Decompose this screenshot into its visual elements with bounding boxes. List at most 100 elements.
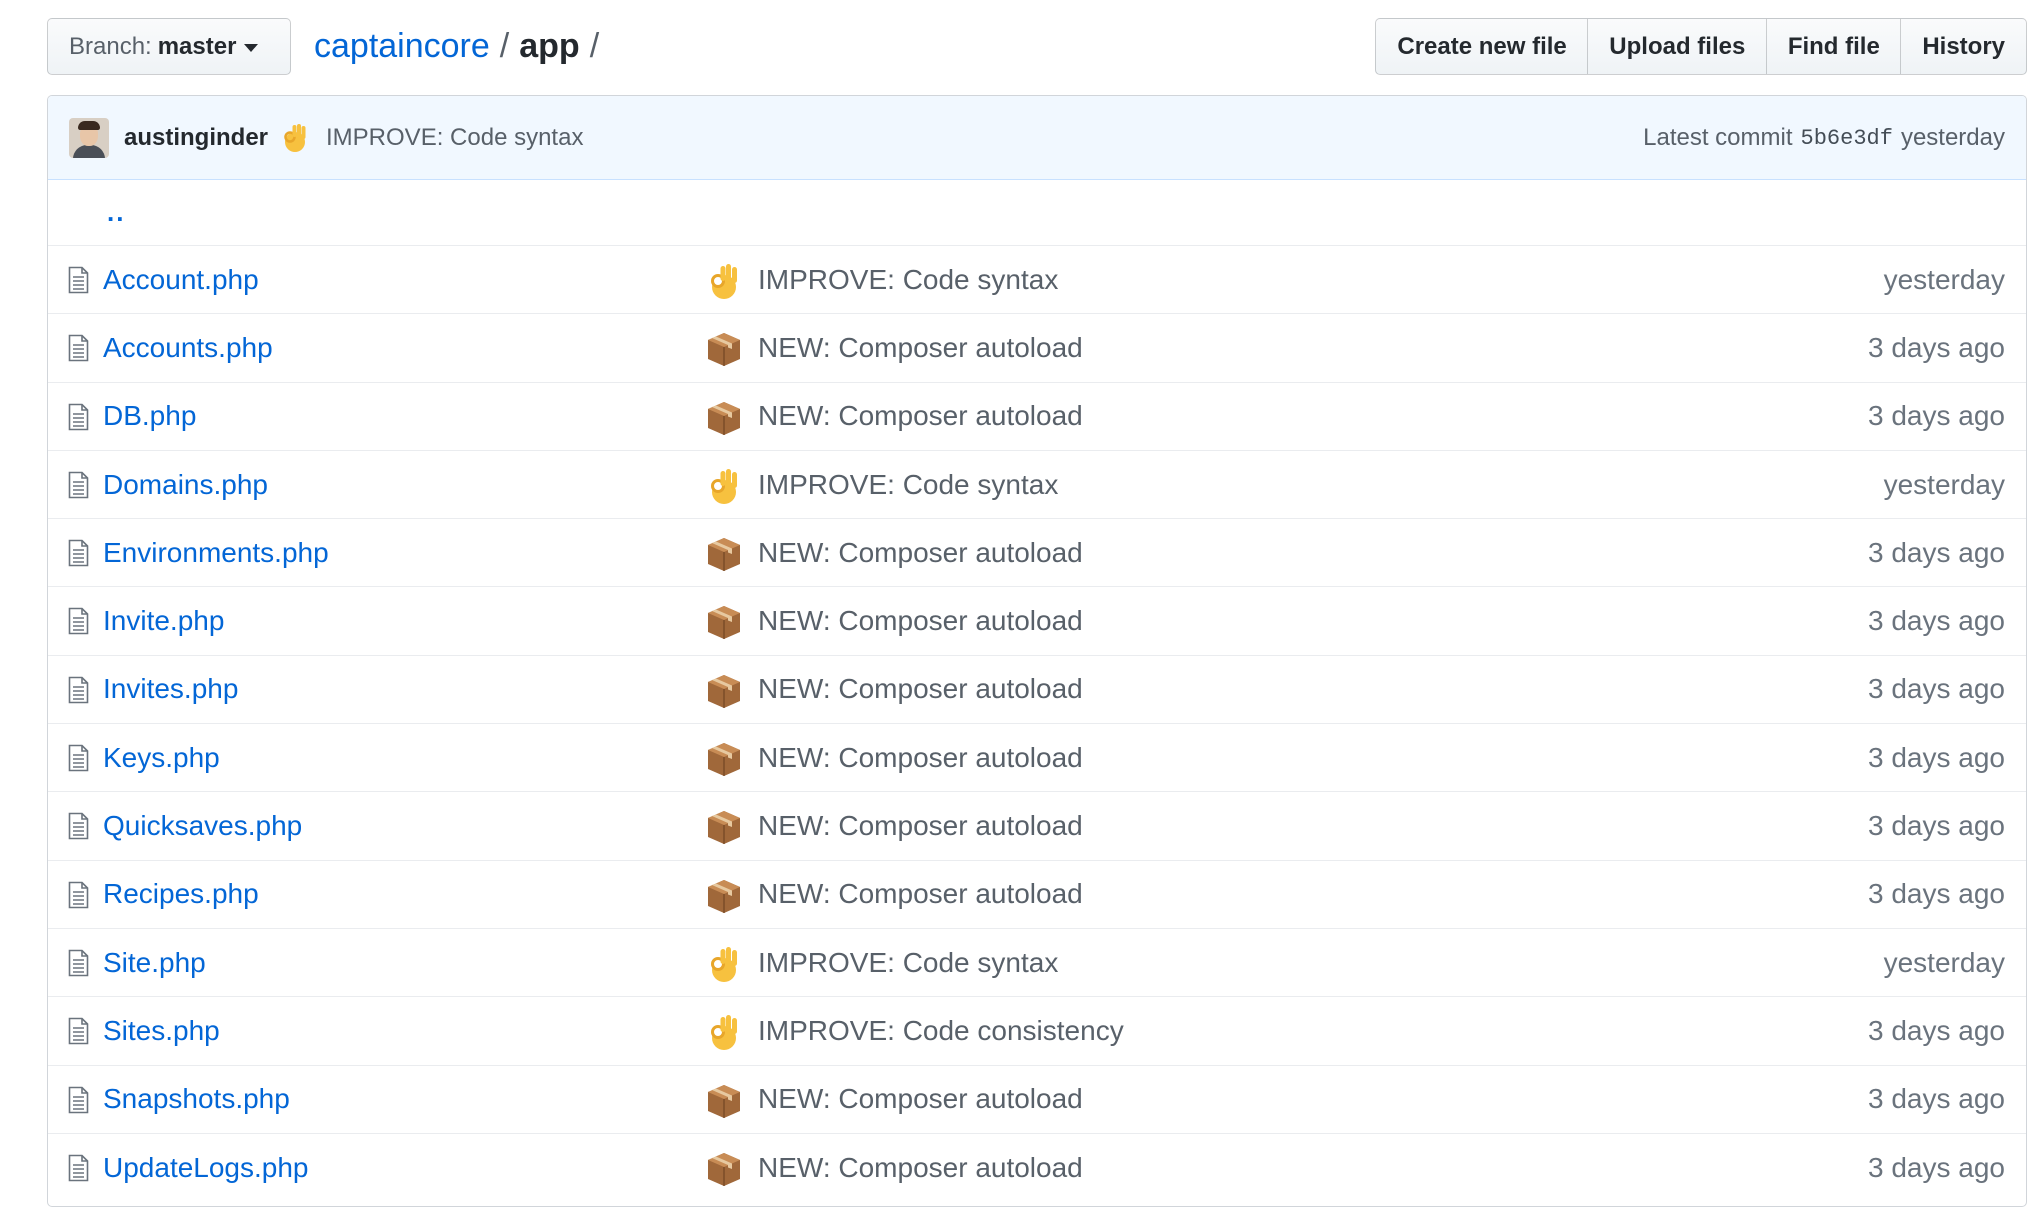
commit-message-link[interactable]: NEW: Composer autoload [758, 605, 1083, 637]
package-icon [705, 603, 743, 641]
file-icon [68, 676, 89, 704]
file-name-link[interactable]: Keys.php [103, 742, 220, 774]
file-actions-button-group: Create new file Upload files Find file H… [1375, 18, 2027, 75]
breadcrumb-repo-link[interactable]: captaincore [314, 27, 490, 66]
file-navigation: Branch: master captaincore / app / Creat… [47, 18, 2027, 76]
file-row: Snapshots.php NEW: Composer autoload 3 day… [48, 1066, 2026, 1134]
commit-sha-link[interactable]: 5b6e3df [1801, 126, 1893, 151]
file-name-link[interactable]: Invite.php [103, 605, 224, 637]
file-row: Domains.php IMPROVE: Code syntax yesterday [48, 451, 2026, 520]
file-name-link[interactable]: Domains.php [103, 469, 268, 501]
file-name-link[interactable]: Accounts.php [103, 332, 273, 364]
file-icon [68, 1017, 89, 1045]
file-icon [68, 266, 89, 294]
commit-age: 3 days ago [1868, 1083, 2005, 1115]
breadcrumb-current-dir: app [519, 26, 580, 65]
ok-hand-icon [705, 945, 743, 983]
file-icon [68, 881, 89, 909]
avatar[interactable] [69, 117, 109, 158]
file-row: Environments.php NEW: Composer autoload 3 … [48, 519, 2026, 588]
caret-down-icon [244, 43, 259, 52]
file-row: Invites.php NEW: Composer autoload 3 days … [48, 656, 2026, 725]
file-icon [68, 744, 89, 772]
file-name-link[interactable]: Quicksaves.php [103, 810, 302, 842]
latest-commit-info: Latest commit 5b6e3df yesterday [1643, 96, 2005, 180]
file-name-link[interactable]: Sites.php [103, 1015, 220, 1047]
find-file-button[interactable]: Find file [1765, 18, 1902, 75]
package-icon [705, 877, 743, 915]
file-name-link[interactable]: Recipes.php [103, 878, 259, 910]
package-icon [705, 1150, 743, 1188]
package-icon [705, 330, 743, 368]
package-icon [705, 535, 743, 573]
file-name-link[interactable]: Snapshots.php [103, 1083, 290, 1115]
file-icon [68, 812, 89, 840]
commit-age: 3 days ago [1868, 878, 2005, 910]
commit-message-link[interactable]: NEW: Composer autoload [758, 810, 1083, 842]
commit-message-link[interactable]: NEW: Composer autoload [758, 742, 1083, 774]
file-icon [68, 1154, 89, 1182]
commit-age: yesterday [1883, 946, 2005, 978]
ok-hand-icon [705, 467, 743, 505]
file-row: Recipes.php NEW: Composer autoload 3 days … [48, 861, 2026, 929]
file-row: Sites.php IMPROVE: Code consistency 3 days… [48, 997, 2026, 1066]
package-icon [705, 672, 743, 710]
commit-message-link[interactable]: NEW: Composer autoload [758, 673, 1083, 705]
parent-directory-link[interactable]: .. [48, 180, 2026, 246]
file-row: Site.php IMPROVE: Code syntax yesterday [48, 929, 2026, 998]
package-icon [705, 399, 743, 437]
upload-files-button[interactable]: Upload files [1587, 18, 1768, 75]
latest-commit-bar: austinginder IMPROVE: Code syntax Latest… [48, 96, 2026, 180]
commit-age: 3 days ago [1868, 400, 2005, 432]
commit-age: 3 days ago [1868, 673, 2005, 705]
file-name-link[interactable]: Site.php [103, 947, 206, 979]
file-row: Invite.php NEW: Composer autoload 3 days a… [48, 587, 2026, 656]
breadcrumb-separator: / [589, 26, 600, 65]
file-icon [68, 607, 89, 635]
commit-message-link[interactable]: IMPROVE: Code syntax [758, 264, 1058, 296]
commit-message-link[interactable]: IMPROVE: Code syntax [758, 947, 1058, 979]
ok-hand-icon [284, 123, 306, 152]
history-button[interactable]: History [1900, 18, 2027, 75]
file-name-link[interactable]: Account.php [103, 264, 259, 296]
file-rows: Account.php IMPROVE: Code syntax yesterday… [48, 246, 2026, 1202]
commit-age: 3 days ago [1868, 605, 2005, 637]
file-name-link[interactable]: Invites.php [103, 673, 238, 705]
commit-age: yesterday [1883, 263, 2005, 295]
file-icon [68, 1086, 89, 1114]
file-icon [68, 949, 89, 977]
ok-hand-icon [705, 1013, 743, 1051]
commit-age: 3 days ago [1868, 536, 2005, 568]
create-new-file-button[interactable]: Create new file [1375, 18, 1589, 75]
file-row: Accounts.php NEW: Composer autoload 3 days… [48, 314, 2026, 383]
commit-message-link[interactable]: IMPROVE: Code consistency [758, 1015, 1124, 1047]
commit-message-link[interactable]: NEW: Composer autoload [758, 400, 1083, 432]
commit-message-link[interactable]: IMPROVE: Code syntax [758, 469, 1058, 501]
commit-message-link[interactable]: NEW: Composer autoload [758, 878, 1083, 910]
breadcrumb: captaincore / app / [314, 24, 609, 68]
commit-message-link[interactable]: NEW: Composer autoload [758, 1083, 1083, 1115]
package-icon [705, 740, 743, 778]
commit-message-link[interactable]: IMPROVE: Code syntax [326, 124, 583, 152]
file-icon [68, 471, 89, 499]
file-icon [68, 334, 89, 362]
branch-prefix: Branch: [69, 32, 152, 60]
file-name-link[interactable]: DB.php [103, 400, 196, 432]
commit-author-link[interactable]: austinginder [124, 124, 268, 152]
file-name-link[interactable]: UpdateLogs.php [103, 1152, 309, 1184]
file-name-link[interactable]: Environments.php [103, 537, 329, 569]
commit-age: 3 days ago [1868, 810, 2005, 842]
commit-age: yesterday [1883, 468, 2005, 500]
file-icon [68, 403, 89, 431]
latest-commit-label: Latest commit [1643, 124, 1793, 151]
file-row: Keys.php NEW: Composer autoload 3 days ago [48, 724, 2026, 793]
commit-age: 3 days ago [1868, 1152, 2005, 1183]
package-icon [705, 808, 743, 846]
branch-select-button[interactable]: Branch: master [47, 18, 291, 75]
package-icon [705, 1082, 743, 1120]
commit-message-link[interactable]: NEW: Composer autoload [758, 1152, 1083, 1184]
branch-name: master [157, 32, 237, 60]
commit-message-link[interactable]: NEW: Composer autoload [758, 537, 1083, 569]
commit-message-link[interactable]: NEW: Composer autoload [758, 332, 1083, 364]
commit-age: 3 days ago [1868, 1014, 2005, 1046]
